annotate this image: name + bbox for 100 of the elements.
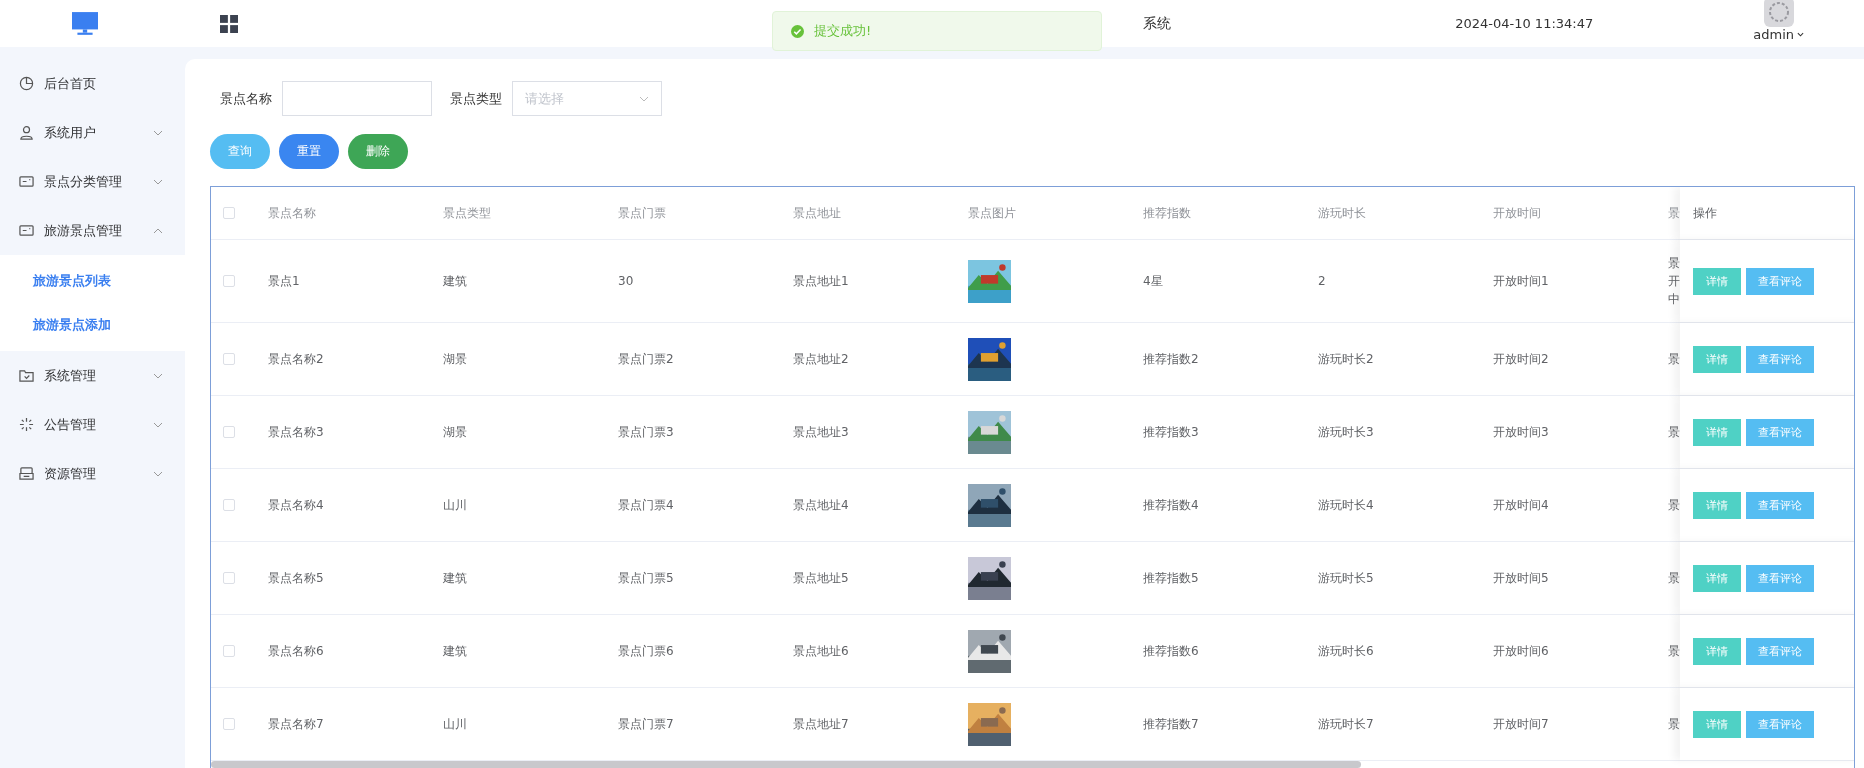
table-cell-text: 景点地址1	[793, 272, 850, 290]
submenu-item[interactable]: 旅游景点添加	[0, 303, 111, 347]
row-checkbox[interactable]	[223, 353, 235, 365]
column-header: 操作	[1680, 187, 1854, 239]
reviews-button[interactable]: 查看评论	[1746, 491, 1814, 519]
table-cell-text: 景点门票3	[618, 423, 675, 441]
table-cell-text: 山川	[443, 496, 468, 514]
table-cell-text: 景	[1668, 497, 1680, 514]
monitor-icon	[72, 11, 98, 36]
table-cell-text: 景	[1668, 716, 1680, 733]
table-cell-text: 景点地址2	[793, 350, 850, 368]
column-header: 景点图片	[968, 204, 1017, 222]
column-header: 开放时间	[1493, 204, 1542, 222]
table-cell-text: 推荐指数4	[1143, 496, 1200, 514]
table-cell-text: 景	[1668, 351, 1680, 368]
sidebar-item[interactable]: 系统用户	[0, 108, 185, 157]
details-button[interactable]: 详情	[1693, 267, 1741, 295]
reviews-button[interactable]: 查看评论	[1746, 267, 1814, 295]
table-cell-text: 建筑	[443, 569, 468, 587]
table-cell-text: 游玩时长5	[1318, 569, 1375, 587]
table-cell-text: 景点名称3	[268, 423, 325, 441]
table-cell-text: 山川	[443, 715, 468, 733]
details-button[interactable]: 详情	[1693, 710, 1741, 738]
details-button[interactable]: 详情	[1693, 418, 1741, 446]
row-checkbox[interactable]	[223, 645, 235, 657]
pie-chart-icon	[19, 76, 34, 91]
table-cell-text: 景点门票6	[618, 642, 675, 660]
avatar-icon[interactable]	[1763, 0, 1794, 27]
table-cell-text: 开放时间3	[1493, 423, 1550, 441]
filter-label: 景点类型	[450, 89, 502, 108]
table-cell-text: 推荐指数5	[1143, 569, 1200, 587]
column-header: 推荐指数	[1143, 204, 1192, 222]
table-cell-text: 游玩时长6	[1318, 642, 1375, 660]
row-checkbox[interactable]	[223, 499, 235, 511]
action-button[interactable]: 重置	[279, 134, 339, 169]
column-header: 游玩时长	[1318, 204, 1367, 222]
table-cell-text: 景开中	[1668, 255, 1680, 308]
name-field[interactable]	[282, 81, 432, 116]
card-icon	[19, 174, 34, 189]
table-cell-text: 景点地址4	[793, 496, 850, 514]
reviews-button[interactable]: 查看评论	[1746, 564, 1814, 592]
datetime: 2024-04-10 11:34:47	[1455, 16, 1594, 31]
table-cell-text: 景点门票4	[618, 496, 675, 514]
table-cell-text: 景	[1668, 570, 1680, 587]
table-cell-text: 开放时间5	[1493, 569, 1550, 587]
table-cell-text: 推荐指数6	[1143, 642, 1200, 660]
reviews-button[interactable]: 查看评论	[1746, 418, 1814, 446]
filter-label: 景点名称	[220, 89, 272, 108]
details-button[interactable]: 详情	[1693, 345, 1741, 373]
row-checkbox[interactable]	[223, 718, 235, 730]
table-cell-text: 景点1	[268, 272, 301, 290]
table-cell-text: 建筑	[443, 272, 468, 290]
caret-icon[interactable]	[1797, 32, 1804, 37]
grid-icon[interactable]	[220, 14, 238, 33]
column-header: 景点门票	[618, 204, 667, 222]
tray-icon	[19, 466, 34, 481]
select-all-checkbox[interactable]	[223, 207, 235, 219]
action-button[interactable]: 删除	[348, 134, 408, 169]
table-cell-text: 景点门票2	[618, 350, 675, 368]
details-button[interactable]: 详情	[1693, 564, 1741, 592]
user-menu[interactable]: admin	[1753, 27, 1794, 42]
action-button[interactable]: 查询	[210, 134, 270, 169]
table-cell-text: 景点门票7	[618, 715, 675, 733]
reviews-button[interactable]: 查看评论	[1746, 710, 1814, 738]
column-header: 景点类型	[443, 204, 492, 222]
sidebar-item[interactable]: 后台首页	[0, 59, 185, 108]
table-cell-text: 2	[1318, 274, 1327, 288]
table-cell-text: 开放时间7	[1493, 715, 1550, 733]
table-cell-text: 推荐指数7	[1143, 715, 1200, 733]
toast-message: 提交成功!	[814, 22, 872, 40]
details-button[interactable]: 详情	[1693, 637, 1741, 665]
table-cell-text: 景点名称6	[268, 642, 325, 660]
table-cell-text: 30	[618, 274, 635, 288]
table-cell-text: 4星	[1143, 272, 1164, 290]
row-checkbox[interactable]	[223, 426, 235, 438]
reviews-button[interactable]: 查看评论	[1746, 637, 1814, 665]
details-button[interactable]: 详情	[1693, 491, 1741, 519]
sidebar-item[interactable]: 公告管理	[0, 400, 185, 449]
sidebar-item[interactable]: 资源管理	[0, 449, 185, 498]
table-cell-text: 湖景	[443, 350, 468, 368]
table-cell-text: 游玩时长2	[1318, 350, 1375, 368]
table-cell-text: 景	[1668, 424, 1680, 441]
table-cell-text: 景点地址3	[793, 423, 850, 441]
column-header: 景点名称	[268, 204, 317, 222]
row-checkbox[interactable]	[223, 572, 235, 584]
table-cell-text: 开放时间1	[1493, 272, 1550, 290]
reviews-button[interactable]: 查看评论	[1746, 345, 1814, 373]
table-cell-text: 开放时间4	[1493, 496, 1550, 514]
table-cell-text: 景点地址5	[793, 569, 850, 587]
table-cell-text: 游玩时长7	[1318, 715, 1375, 733]
sidebar-item[interactable]: 景点分类管理	[0, 157, 185, 206]
table-cell-text: 景点名称7	[268, 715, 325, 733]
row-checkbox[interactable]	[223, 275, 235, 287]
scrollbar-thumb[interactable]	[211, 761, 1361, 768]
sidebar-item[interactable]: 旅游景点管理	[0, 206, 185, 255]
type-select[interactable]: 请选择	[512, 81, 662, 116]
table-cell-text: 推荐指数3	[1143, 423, 1200, 441]
submenu-item[interactable]: 旅游景点列表	[0, 259, 111, 303]
sidebar-item[interactable]: 系统管理	[0, 351, 185, 400]
table-cell-text: 游玩时长3	[1318, 423, 1375, 441]
